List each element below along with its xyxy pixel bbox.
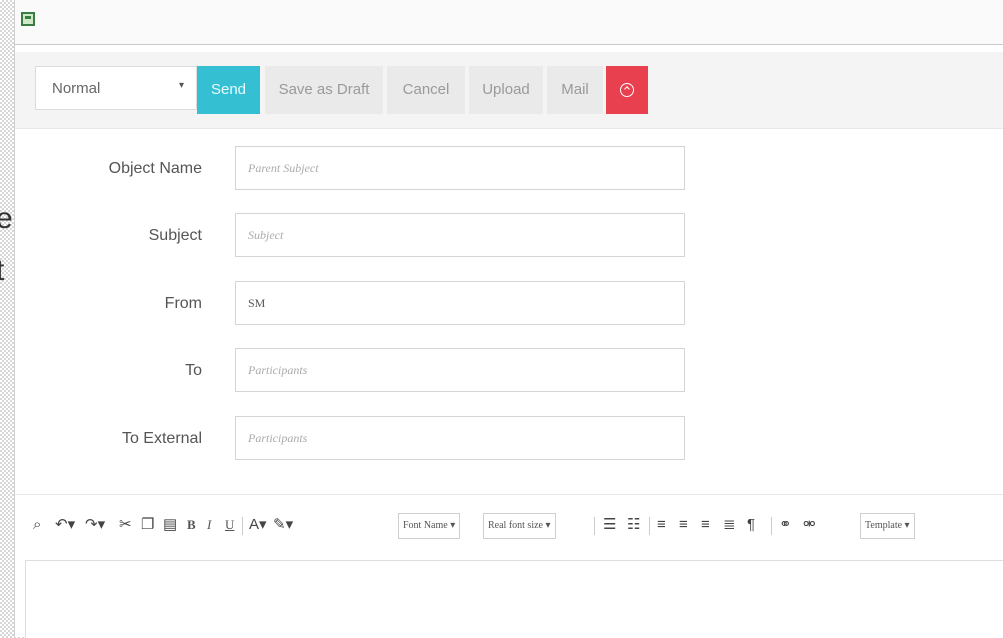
priority-select[interactable]: Normal ▾ [35, 66, 197, 110]
font-color-icon[interactable]: A▾ [249, 514, 267, 536]
subject-row: Subject Subject [15, 213, 715, 259]
separator [771, 517, 772, 535]
app-window-icon [21, 12, 35, 26]
to-input[interactable]: Participants [235, 348, 685, 392]
italic-button[interactable]: I [207, 514, 211, 536]
divider [15, 494, 1003, 495]
to-external-input[interactable]: Participants [235, 416, 685, 460]
from-input[interactable]: SM [235, 281, 685, 325]
priority-select-value: Normal [52, 80, 101, 97]
compose-toolbar: Normal ▾ Send Save as Draft Cancel Uploa… [15, 52, 1003, 129]
underline-button[interactable]: U [225, 514, 234, 536]
separator [594, 517, 595, 535]
to-external-label: To External [121, 430, 202, 447]
background-text-fragment: e [0, 202, 13, 235]
template-select[interactable]: Template ▾ [860, 513, 915, 539]
copy-icon[interactable]: ❐ [141, 514, 154, 536]
align-right-icon[interactable]: ≡ [701, 514, 710, 536]
message-body-editor[interactable] [25, 560, 1003, 638]
highlight-icon[interactable]: ✎▾ [273, 514, 293, 536]
cancel-button[interactable]: Cancel [387, 66, 465, 114]
background-text-fragment: t [0, 254, 5, 287]
font-name-select[interactable]: Font Name ▾ [398, 513, 461, 539]
align-left-icon[interactable]: ≡ [657, 514, 666, 536]
from-row: From SM [15, 281, 715, 327]
mail-button[interactable]: Mail [547, 66, 603, 114]
object-name-row: Object Name Parent Subject [15, 146, 715, 192]
from-label: From [164, 295, 202, 312]
binoculars-icon[interactable]: ⌕ [33, 514, 41, 536]
compose-window: Normal ▾ Send Save as Draft Cancel Uploa… [14, 0, 1003, 638]
arrow-up-circle-icon [620, 83, 634, 98]
subject-label: Subject [148, 227, 202, 244]
align-center-icon[interactable]: ≡ [679, 514, 688, 536]
chevron-down-icon: ▾ [178, 80, 184, 91]
object-name-label: Object Name [108, 160, 202, 177]
cut-icon[interactable]: ✂ [119, 514, 132, 536]
link-icon[interactable]: ⚭ [779, 514, 792, 536]
save-draft-button[interactable]: Save as Draft [265, 66, 383, 114]
paste-icon[interactable]: ▤ [163, 514, 177, 536]
separator [242, 517, 243, 535]
separator [649, 517, 650, 535]
align-justify-icon[interactable]: ≣ [723, 514, 736, 536]
bold-button[interactable]: B [187, 514, 196, 536]
send-button[interactable]: Send [197, 66, 260, 114]
upload-button[interactable]: Upload [469, 66, 543, 114]
editor-toolbar: ⌕ ↶▾ ↷▾ ✂ ❐ ▤ B I U A▾ ✎▾ Font Name ▾ Re… [15, 505, 1003, 547]
redo-icon[interactable]: ↷▾ [85, 514, 105, 536]
font-size-select[interactable]: Real font size ▾ [483, 513, 556, 539]
bullet-list-icon[interactable]: ☰ [603, 514, 616, 536]
to-label: To [185, 362, 202, 379]
unlink-icon[interactable]: ⚮ [803, 514, 816, 536]
to-external-row: To External Participants [15, 416, 715, 462]
subject-input[interactable]: Subject [235, 213, 685, 257]
to-row: To Participants [15, 348, 715, 394]
title-bar [15, 0, 1003, 45]
danger-button[interactable] [606, 66, 648, 114]
object-name-input[interactable]: Parent Subject [235, 146, 685, 190]
paragraph-icon[interactable]: ¶ [747, 514, 755, 536]
numbered-list-icon[interactable]: ☷ [627, 514, 640, 536]
undo-icon[interactable]: ↶▾ [55, 514, 75, 536]
